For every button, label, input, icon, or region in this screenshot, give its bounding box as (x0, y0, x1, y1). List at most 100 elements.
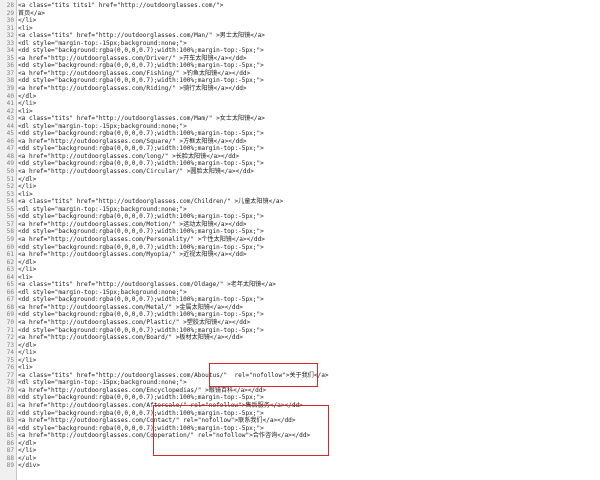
code-line[interactable]: 46 <a href="http://outdoorglasses.com/Squ… (0, 138, 600, 146)
code-text: <a href="http://outdoorglasses.com/Ridin… (18, 85, 247, 93)
line-number: 69 (6, 311, 14, 319)
line-number: 47 (6, 145, 14, 153)
line-number: 86 (6, 439, 14, 447)
code-text: <a href="http://outdoorglasses.com/Fishi… (18, 69, 251, 77)
code-line[interactable]: 79 <a href="http://outdoorglasses.com/Enc… (0, 387, 600, 395)
code-line[interactable]: 74 </li> (0, 349, 600, 357)
code-line[interactable]: 77 <a class="tits" href="http://outdoorgl… (0, 372, 600, 380)
code-line[interactable]: 75 </li> (0, 357, 600, 365)
code-text: <dd style="background:rgba(0,0,0,0.7);wi… (18, 243, 264, 251)
code-line[interactable]: 62 </dl> (0, 259, 600, 267)
code-line[interactable]: 57 <a href="http://outdoorglasses.com/Mot… (0, 221, 600, 229)
code-line[interactable]: 34 <dd style="background:rgba(0,0,0,0.7);… (0, 47, 600, 55)
code-line[interactable]: 71 <dd style="background:rgba(0,0,0,0.7);… (0, 327, 600, 335)
code-text: <dd style="background:rgba(0,0,0,0.7);wi… (18, 296, 264, 304)
code-text: <a href="http://outdoorglasses.com/After… (18, 401, 303, 409)
line-number: 58 (6, 228, 14, 236)
code-line[interactable]: 35 <a href="http://outdoorglasses.com/Dri… (0, 55, 600, 63)
code-line[interactable]: 45 <dd style="background:rgba(0,0,0,0.7);… (0, 130, 600, 138)
code-line[interactable]: 55 <dl style="margin-top:-15px;background… (0, 206, 600, 214)
line-number: 28 (6, 2, 14, 9)
code-text: <dl style="margin-top:-15px;background:n… (18, 122, 187, 130)
code-line[interactable]: 63 </li> (0, 266, 600, 274)
code-text: <a href="http://outdoorglasses.com/Circu… (18, 168, 254, 176)
code-text: <dl style="margin-top:-15px;background:n… (18, 205, 187, 213)
code-line[interactable]: 59 <a href="http://outdoorglasses.com/Per… (0, 236, 600, 244)
line-number: 61 (6, 251, 14, 259)
line-number: 43 (6, 115, 14, 123)
line-number: 89 (6, 462, 14, 470)
code-line[interactable]: 73 </dl> (0, 342, 600, 350)
code-line[interactable]: 52 </li> (0, 183, 600, 191)
code-text: <a href="http://outdoorglasses.com/long/… (18, 152, 240, 160)
code-line[interactable]: 37 <a href="http://outdoorglasses.com/Fis… (0, 70, 600, 78)
line-number: 73 (6, 341, 14, 349)
line-number: 55 (6, 205, 14, 213)
code-line[interactable]: 30 </li> (0, 17, 600, 25)
code-line[interactable]: 65 <a class="tits" href="http://outdoorgl… (0, 281, 600, 289)
code-line[interactable]: 56 <dd style="background:rgba(0,0,0,0.7);… (0, 213, 600, 221)
code-line[interactable]: 88 </ul> (0, 455, 600, 463)
code-line[interactable]: 33 <dl style="margin-top:-15px;background… (0, 40, 600, 48)
code-text: <dd style="background:rgba(0,0,0,0.7);wi… (18, 62, 264, 70)
code-line[interactable]: 68 <a href="http://outdoorglasses.com/Met… (0, 304, 600, 312)
code-line[interactable]: 81 <a href="http://outdoorglasses.com/Aft… (0, 402, 600, 410)
code-line[interactable]: 48 <a href="http://outdoorglasses.com/lon… (0, 153, 600, 161)
code-text: </div> (18, 462, 41, 470)
code-line[interactable]: 60 <dd style="background:rgba(0,0,0,0.7);… (0, 244, 600, 252)
code-line[interactable]: 58 <dd style="background:rgba(0,0,0,0.7);… (0, 228, 600, 236)
code-line[interactable]: 40 </dl> (0, 93, 600, 101)
code-line[interactable]: 80 <dd style="background:rgba(0,0,0,0.7);… (0, 394, 600, 402)
code-line[interactable]: 85 <a href="http://outdoorglasses.com/Coo… (0, 432, 600, 440)
code-line[interactable]: 86 </dl> (0, 440, 600, 448)
code-text: <a href="http://outdoorglasses.com/Plast… (18, 318, 251, 326)
code-line[interactable]: 66 <dl style="margin-top:-15px;background… (0, 289, 600, 297)
line-number: 76 (6, 364, 14, 372)
line-number: 79 (6, 386, 14, 394)
code-line[interactable]: 49 <dd style="background:rgba(0,0,0,0.7);… (0, 160, 600, 168)
code-line[interactable]: 44 <dl style="margin-top:-15px;background… (0, 123, 600, 131)
code-line[interactable]: 70 <a href="http://outdoorglasses.com/Pla… (0, 319, 600, 327)
code-line[interactable]: 39 <a href="http://outdoorglasses.com/Rid… (0, 85, 600, 93)
code-line[interactable]: 41 </li> (0, 100, 600, 108)
code-line[interactable]: 76 <li> (0, 364, 600, 372)
code-line[interactable]: 69 <dd style="background:rgba(0,0,0,0.7);… (0, 311, 600, 319)
code-line[interactable]: 29 首页</a> (0, 10, 600, 18)
code-line[interactable]: 50 <a href="http://outdoorglasses.com/Cir… (0, 168, 600, 176)
code-text: </li> (18, 17, 37, 25)
code-line[interactable]: 61 <a href="http://outdoorglasses.com/Myo… (0, 251, 600, 259)
code-line[interactable]: 51 </dl> (0, 176, 600, 184)
code-line[interactable]: 47 <dd style="background:rgba(0,0,0,0.7);… (0, 145, 600, 153)
line-number: 52 (6, 183, 14, 191)
line-number: 38 (6, 77, 14, 85)
code-line[interactable]: 83 <a href="http://outdoorglasses.com/Con… (0, 417, 600, 425)
code-line[interactable]: 67 <dd style="background:rgba(0,0,0,0.7);… (0, 296, 600, 304)
code-line[interactable]: 72 <a href="http://outdoorglasses.com/Boa… (0, 334, 600, 342)
line-number: 40 (6, 92, 14, 100)
line-number: 33 (6, 39, 14, 47)
line-number: 83 (6, 417, 14, 425)
code-text: </li> (18, 183, 37, 191)
code-line[interactable]: 32 <a class="tits" href="http://outdoorgl… (0, 32, 600, 40)
line-number: 30 (6, 17, 14, 25)
code-text: </li> (18, 349, 37, 357)
line-number: 48 (6, 152, 14, 160)
code-line[interactable]: 28 <a class="tits tits1" href="http://out… (0, 2, 600, 10)
code-text: <dd style="background:rgba(0,0,0,0.7);wi… (18, 130, 264, 138)
code-line[interactable]: 87 </li> (0, 447, 600, 455)
code-line[interactable]: 38 <dd style="background:rgba(0,0,0,0.7);… (0, 77, 600, 85)
code-line[interactable]: 43 <a class="tits" href="http://outdoorgl… (0, 115, 600, 123)
code-line[interactable]: 89 </div> (0, 462, 600, 470)
code-text: <a href="http://outdoorglasses.com/Board… (18, 334, 243, 342)
line-number: 77 (6, 371, 14, 379)
line-number: 57 (6, 220, 14, 228)
code-text: <a class="tits tits1" href="http://outdo… (18, 2, 224, 9)
code-line[interactable]: 78 <dl style="margin-top:-15px;background… (0, 379, 600, 387)
line-number: 35 (6, 54, 14, 62)
code-text: <dd style="background:rgba(0,0,0,0.7);wi… (18, 160, 264, 168)
code-line[interactable]: 36 <dd style="background:rgba(0,0,0,0.7);… (0, 62, 600, 70)
code-text: <a class="tits" href="http://outdoorglas… (18, 281, 276, 289)
code-editor[interactable]: 28 <a class="tits tits1" href="http://out… (0, 0, 600, 480)
code-line[interactable]: 82 <dd style="background:rgba(0,0,0,0.7);… (0, 410, 600, 418)
code-line[interactable]: 54 <a class="tits" href="http://outdoorgl… (0, 198, 600, 206)
